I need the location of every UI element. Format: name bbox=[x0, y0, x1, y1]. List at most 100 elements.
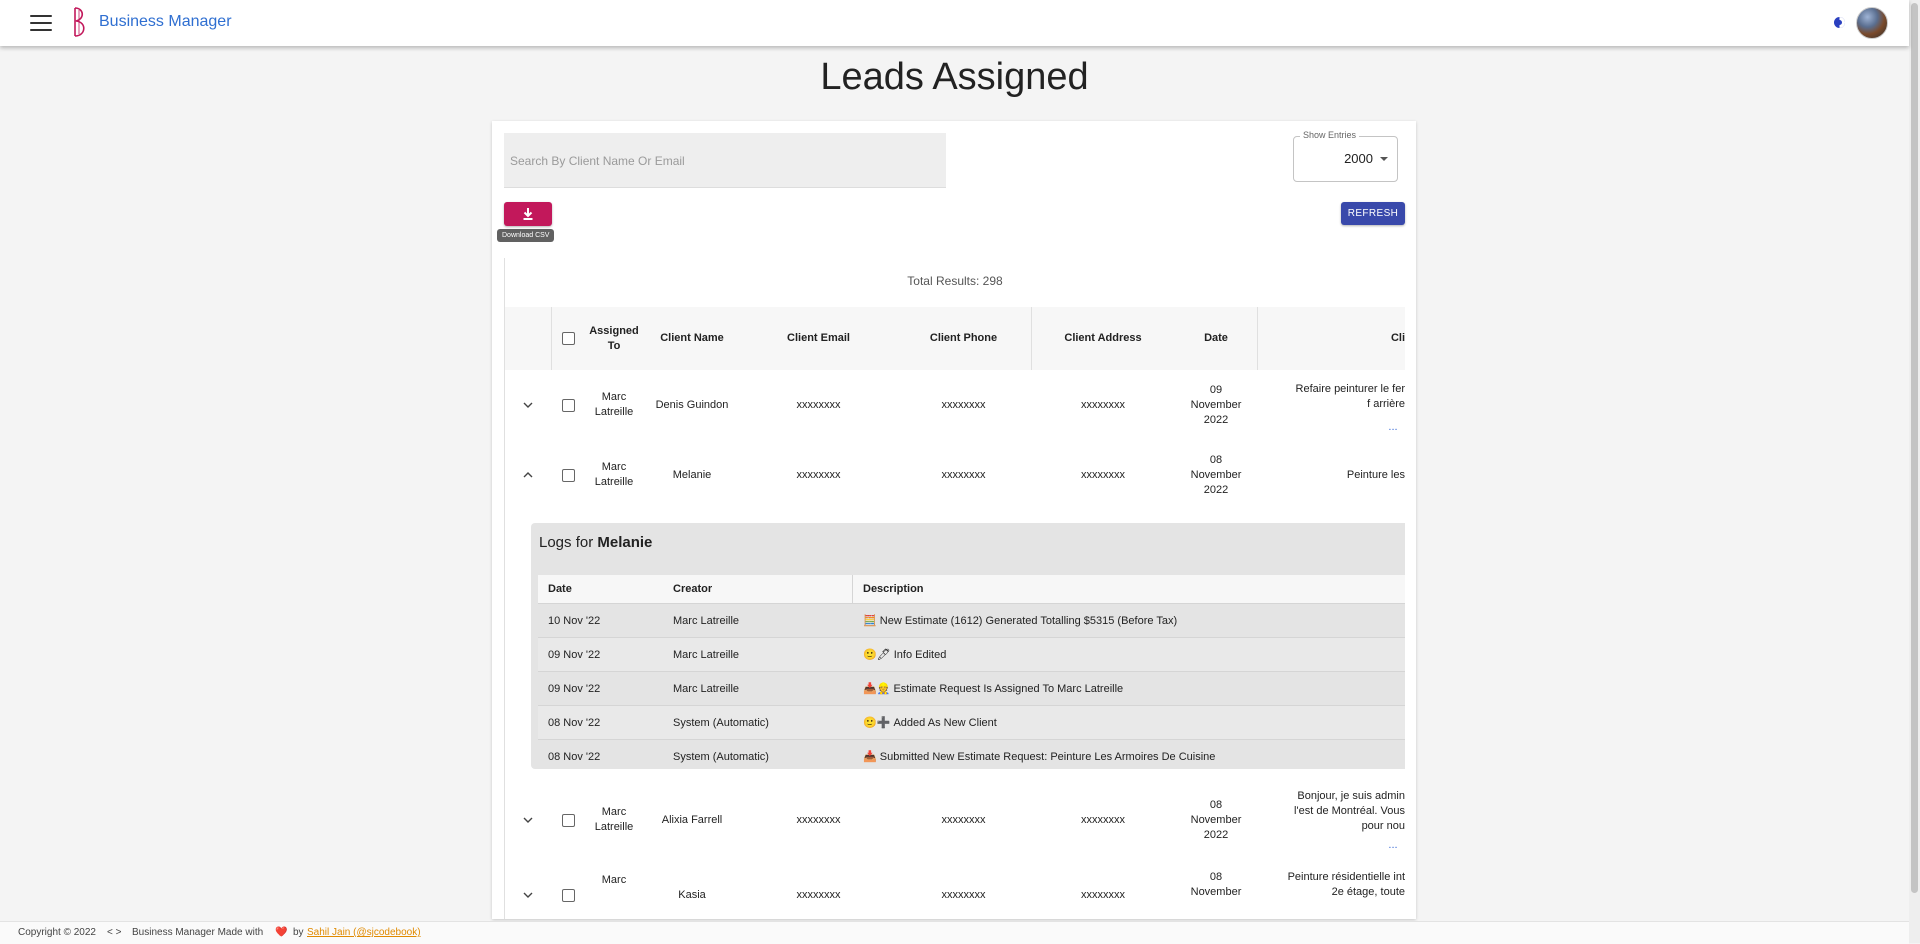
cell-client-address: xxxxxxxx bbox=[1081, 888, 1125, 901]
log-date: 08 Nov '22 bbox=[548, 716, 601, 729]
row-checkbox[interactable] bbox=[561, 888, 575, 902]
log-description-text: New Estimate (1612) Generated Totalling … bbox=[879, 614, 1178, 627]
log-date: 08 Nov '22 bbox=[548, 750, 601, 763]
show-entries-value: 2000 bbox=[1344, 151, 1373, 166]
cell-client-email: xxxxxxxx bbox=[796, 888, 841, 901]
leads-card: Show Entries 2000 Download CSV REFRESH T… bbox=[492, 121, 1416, 919]
row-checkbox[interactable] bbox=[561, 468, 575, 482]
header-client-address[interactable]: Client Address bbox=[1031, 307, 1175, 370]
app-bar: Business Manager bbox=[0, 0, 1909, 46]
cell-date: 09 November 2022 bbox=[1190, 383, 1242, 426]
log-description: 📥 Submitted New Estimate Request: Peintu… bbox=[863, 740, 1215, 773]
download-csv-tooltip: Download CSV bbox=[497, 229, 555, 242]
cell-client-phone: xxxxxxxx bbox=[941, 468, 986, 481]
header-client-email[interactable]: Client Email bbox=[741, 307, 896, 370]
log-description: 🙂🖊 Info Edited bbox=[863, 638, 946, 671]
expand-row-button[interactable] bbox=[505, 370, 551, 440]
table-row[interactable]: Marc Latreille Melanie xxxxxxxx xxxxxxxx… bbox=[505, 440, 1405, 511]
footer: Copyright © 2022 < > Business Manager Ma… bbox=[0, 921, 1909, 944]
inbox-icon: 📥 bbox=[863, 751, 877, 763]
expand-row-button[interactable] bbox=[505, 780, 551, 860]
log-description: 🙂➕ Added As New Client bbox=[863, 706, 997, 739]
cell-client-address: xxxxxxxx bbox=[1081, 468, 1125, 481]
author-link[interactable]: Sahil Jain (@sjcodebook) bbox=[307, 922, 421, 944]
cell-date: 08 November bbox=[1190, 871, 1242, 898]
header-client-name[interactable]: Client Name bbox=[643, 307, 741, 370]
search-field[interactable] bbox=[504, 133, 946, 188]
cell-description: Peinture résidentielle int 2e étage, tou… bbox=[1287, 871, 1405, 898]
cell-description: Bonjour, je suis admin l'est de Montréal… bbox=[1294, 789, 1405, 832]
page-scrollbar[interactable] bbox=[1909, 0, 1920, 943]
cell-assigned-to: Marc Latreille bbox=[594, 461, 634, 488]
theme-toggle-icon[interactable] bbox=[1833, 16, 1846, 29]
more-link[interactable]: ... bbox=[1385, 838, 1401, 852]
refresh-button[interactable]: REFRESH bbox=[1341, 202, 1405, 225]
row-checkbox[interactable] bbox=[561, 813, 575, 827]
cell-description: Refaire peinturer le fer f arrière bbox=[1295, 383, 1405, 410]
table-row[interactable]: Marc Latreille Denis Guindon xxxxxxxx xx… bbox=[505, 370, 1405, 441]
abacus-icon: 🧮 bbox=[863, 615, 877, 627]
select-all-checkbox[interactable] bbox=[561, 332, 575, 345]
header-client-phone[interactable]: Client Phone bbox=[896, 307, 1031, 370]
header-client-description[interactable]: Cli bbox=[1257, 307, 1405, 370]
log-description: 📥👷 Estimate Request Is Assigned To Marc … bbox=[863, 672, 1123, 705]
footer-made-with: Business Manager Made with bbox=[132, 927, 264, 938]
heart-icon: ❤️ bbox=[275, 927, 288, 938]
menu-icon[interactable] bbox=[30, 15, 52, 31]
log-date: 09 Nov '22 bbox=[548, 682, 601, 695]
show-entries-select[interactable]: Show Entries 2000 bbox=[1293, 130, 1398, 182]
expanded-row: Logs for Melanie Date Creator Descriptio… bbox=[505, 510, 1405, 781]
assign-icon: 📥👷 bbox=[863, 683, 891, 695]
download-csv-button[interactable] bbox=[504, 202, 552, 226]
scrollbar-thumb[interactable] bbox=[1911, 3, 1918, 893]
cell-client-name: Denis Guindon bbox=[655, 398, 729, 411]
log-date: 10 Nov '22 bbox=[548, 614, 601, 627]
dropdown-caret-icon bbox=[1380, 157, 1388, 161]
log-creator: Marc Latreille bbox=[673, 682, 740, 695]
log-row: 09 Nov '22 Marc Latreille 🙂🖊 Info Edited bbox=[538, 638, 1405, 672]
add-client-icon: 🙂➕ bbox=[863, 717, 891, 729]
table-row[interactable]: Marc Latreille Alixia Farrell xxxxxxxx x… bbox=[505, 780, 1405, 861]
log-row: 08 Nov '22 System (Automatic) 🙂➕ Added A… bbox=[538, 706, 1405, 740]
log-description-text: Info Edited bbox=[893, 648, 947, 661]
log-creator: Marc Latreille bbox=[673, 614, 740, 627]
table-row[interactable]: Marc Kasia xxxxxxxx xxxxxxxx xxxxxxxx 08… bbox=[505, 860, 1405, 919]
brand-name[interactable]: Business Manager bbox=[99, 13, 232, 31]
row-select-cell bbox=[551, 780, 585, 860]
cell-client-email: xxxxxxxx bbox=[796, 398, 841, 411]
search-input[interactable] bbox=[508, 153, 932, 169]
logo-icon bbox=[74, 7, 85, 37]
row-select-cell bbox=[551, 440, 585, 510]
logs-header-creator: Creator bbox=[673, 583, 713, 595]
header-date[interactable]: Date bbox=[1175, 307, 1257, 370]
cell-description: Peinture les bbox=[1346, 468, 1405, 481]
log-creator: System (Automatic) bbox=[673, 750, 769, 763]
cell-client-name: Alixia Farrell bbox=[661, 813, 723, 826]
row-checkbox[interactable] bbox=[561, 398, 575, 412]
footer-copyright: Copyright © 2022 bbox=[18, 927, 96, 938]
logs-header: Date Creator Description bbox=[538, 575, 1405, 604]
cell-assigned-to: Marc Latreille bbox=[594, 806, 634, 833]
user-avatar[interactable] bbox=[1856, 7, 1888, 39]
cell-client-email: xxxxxxxx bbox=[796, 468, 841, 481]
logs-title-prefix: Logs for bbox=[539, 534, 598, 551]
collapse-row-button[interactable] bbox=[505, 440, 551, 510]
row-select-cell bbox=[551, 860, 585, 919]
log-row: 08 Nov '22 System (Automatic) 📥 Submitte… bbox=[538, 740, 1405, 773]
total-results: Total Results: 298 bbox=[907, 274, 1003, 288]
show-entries-label: Show Entries bbox=[1300, 130, 1360, 140]
cell-assigned-to: Marc Latreille bbox=[594, 391, 634, 418]
expand-row-button[interactable] bbox=[505, 860, 551, 919]
more-link[interactable]: ... bbox=[1385, 420, 1401, 434]
logs-table: Date Creator Description 10 Nov '22 Marc… bbox=[538, 575, 1405, 773]
logs-header-date: Date bbox=[548, 583, 572, 595]
log-description-text: Added As New Client bbox=[893, 716, 997, 729]
select-all-cell bbox=[551, 307, 585, 370]
log-description-text: Submitted New Estimate Request: Peinture… bbox=[879, 750, 1216, 763]
header-assigned-to[interactable]: Assigned To bbox=[585, 307, 643, 370]
column-divider bbox=[852, 575, 853, 603]
page-title: Leads Assigned bbox=[820, 56, 1089, 98]
log-row: 09 Nov '22 Marc Latreille 📥👷 Estimate Re… bbox=[538, 672, 1405, 706]
footer-by: by bbox=[293, 927, 304, 938]
log-row: 10 Nov '22 Marc Latreille 🧮 New Estimate… bbox=[538, 604, 1405, 638]
